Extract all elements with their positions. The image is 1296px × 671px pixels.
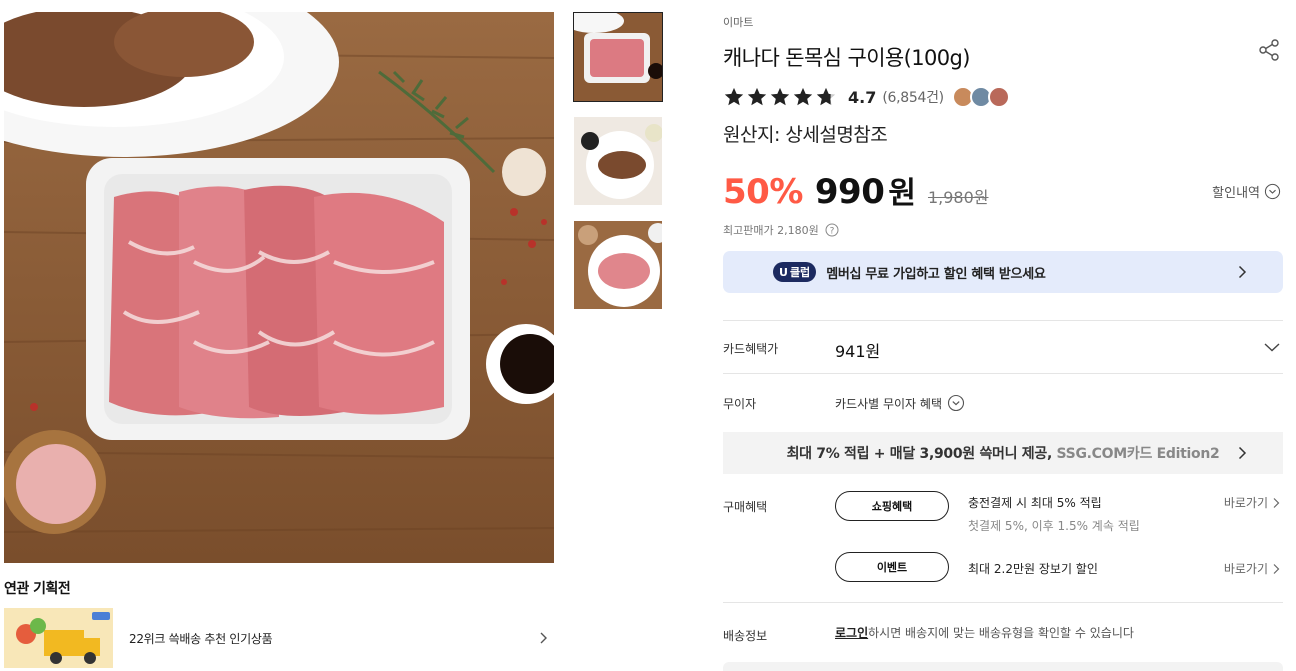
brand-name[interactable]: 이마트 xyxy=(723,14,753,30)
review-photo-avatars[interactable] xyxy=(951,86,1010,108)
go-link-label: 바로가기 xyxy=(1223,496,1268,510)
rating-value: 4.7 xyxy=(848,87,877,107)
shipping-info-text: 하시면 배송지에 맞는 배송유형을 확인할 수 있습니다 xyxy=(868,626,1134,640)
login-link[interactable]: 로그인 xyxy=(835,626,868,640)
purchase-benefit-label: 구매혜택 xyxy=(723,500,768,514)
uclub-badge: U 클럽 xyxy=(773,262,817,282)
thumbnail-1[interactable] xyxy=(573,12,663,102)
card-benefit-label: 카드혜택가 xyxy=(723,342,779,356)
ssg-banner-main: 최대 7% 적립 + 매달 3,900원 쓱머니 제공, xyxy=(786,446,1057,462)
star-full-icon xyxy=(793,87,813,106)
chevron-right-icon xyxy=(1273,497,1280,508)
event-go-link[interactable]: 바로가기 xyxy=(1224,560,1281,577)
ssg-card-banner[interactable]: 최대 7% 적립 + 매달 3,900원 쓱머니 제공, SSG.COM카드 E… xyxy=(723,432,1283,474)
chevron-down-circle-icon xyxy=(947,394,965,412)
thumbnail-2[interactable] xyxy=(573,116,663,206)
chevron-right-icon xyxy=(1238,446,1247,460)
shopping-benefit-go-link[interactable]: 바로가기 xyxy=(1224,494,1281,511)
star-full-icon xyxy=(770,87,790,106)
question-circle-icon[interactable]: ? xyxy=(825,223,839,237)
chevron-down-circle-icon xyxy=(1264,183,1281,200)
shopping-benefit-sub: 첫결제 5%, 이후 1.5% 계속 적립 xyxy=(968,519,1140,533)
rating-row[interactable]: 4.7 (6,854건) xyxy=(723,85,1010,109)
max-price: 최고판매가 2,180원 ? xyxy=(723,222,839,238)
installment-benefit[interactable]: 카드사별 무이자 혜택 xyxy=(835,394,965,412)
original-price: 1,980원 xyxy=(927,188,989,207)
pork-neck-tray-photo xyxy=(4,12,554,563)
chevron-right-icon xyxy=(1273,563,1280,574)
uclub-text: 멤버십 무료 가입하고 할인 혜택 받으세요 xyxy=(826,266,1046,282)
delivery-truck-banner-image xyxy=(4,608,113,668)
product-title: 캐나다 돈목심 구이용(100g) xyxy=(723,46,970,70)
related-exhibition-label: 22위크 쓱배송 추천 인기상품 xyxy=(129,631,273,646)
discount-detail-label: 할인내역 xyxy=(1212,186,1260,201)
event-pill[interactable]: 이벤트 xyxy=(835,552,949,582)
uclub-membership-banner[interactable]: U 클럽 멤버십 무료 가입하고 할인 혜택 받으세요 xyxy=(723,251,1283,293)
uclub-badge-text: 클럽 xyxy=(789,266,811,279)
related-exhibition-thumb xyxy=(4,608,113,668)
star-rating xyxy=(723,86,838,108)
divider xyxy=(723,602,1283,603)
discount-rate: 50% xyxy=(723,172,803,212)
thumbnail-1-photo xyxy=(574,13,662,101)
sale-price-unit: 원 xyxy=(888,176,916,211)
thumbnail-3-photo xyxy=(574,221,662,309)
chevron-down-icon[interactable] xyxy=(1263,338,1281,356)
related-exhibition-item[interactable]: 22위크 쓱배송 추천 인기상품 xyxy=(4,608,554,668)
review-count[interactable]: (6,854건) xyxy=(882,87,944,107)
divider xyxy=(723,320,1283,321)
shopping-benefit-main: 충전결제 시 최대 5% 적립 xyxy=(968,496,1102,510)
price-row: 50% 990 원 1,980원 xyxy=(723,168,1283,214)
thumbnail-3[interactable] xyxy=(573,220,663,310)
thumbnail-2-photo xyxy=(574,117,662,205)
shopping-benefit-pill[interactable]: 쇼핑혜택 xyxy=(835,491,949,521)
card-benefit-price: 941원 xyxy=(835,342,881,361)
review-avatar xyxy=(987,86,1010,108)
installment-text: 카드사별 무이자 혜택 xyxy=(835,396,942,411)
share-icon[interactable] xyxy=(1257,38,1281,62)
ssg-card-banner-text: 최대 7% 적립 + 매달 3,900원 쓱머니 제공, SSG.COM카드 E… xyxy=(787,443,1220,463)
shipping-info: 로그인하시면 배송지에 맞는 배송유형을 확인할 수 있습니다 xyxy=(835,624,1134,641)
uclub-badge-letter: U xyxy=(779,265,788,279)
bottom-info-box xyxy=(723,662,1283,671)
chevron-right-icon xyxy=(540,632,547,644)
go-link-label: 바로가기 xyxy=(1223,562,1268,576)
discount-detail-button[interactable]: 할인내역 xyxy=(1212,182,1281,201)
related-exhibition-title: 연관 기획전 xyxy=(4,581,71,597)
shipping-label: 배송정보 xyxy=(723,629,768,643)
star-full-icon xyxy=(747,87,767,106)
event-benefit-main: 최대 2.2만원 장보기 할인 xyxy=(968,562,1098,576)
sale-price: 990 xyxy=(814,172,885,212)
installment-label: 무이자 xyxy=(723,397,757,411)
thumbnail-list xyxy=(573,12,663,324)
star-full-icon xyxy=(724,87,744,106)
ssg-banner-card-name: SSG.COM카드 Edition2 xyxy=(1056,446,1220,462)
chevron-right-icon xyxy=(1238,265,1247,279)
max-price-label: 최고판매가 2,180원 xyxy=(723,224,819,237)
svg-text:?: ? xyxy=(829,226,834,236)
star-partial-icon xyxy=(816,87,836,106)
divider xyxy=(723,373,1283,374)
origin-text: 원산지: 상세설명참조 xyxy=(723,124,888,146)
main-product-image[interactable] xyxy=(4,12,554,563)
